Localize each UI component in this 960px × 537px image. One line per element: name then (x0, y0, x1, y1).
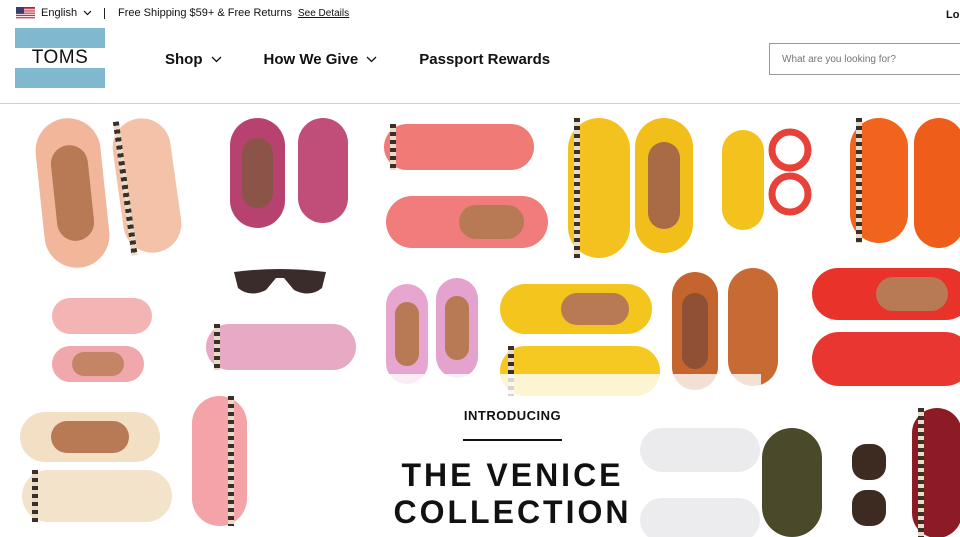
main-header: TOMS Shop How We Give Passport Rewards (0, 28, 960, 104)
nav-how-we-give-label: How We Give (263, 51, 359, 68)
shoe-image (20, 412, 160, 462)
shoe-image (52, 346, 144, 382)
shoe-image (912, 408, 960, 537)
shoe-image (386, 284, 428, 384)
page: English Free Shipping $59+ & Free Return… (0, 0, 960, 537)
chevron-down-icon (83, 10, 92, 16)
main-nav: Shop How We Give Passport Rewards (165, 51, 550, 68)
shoe-image (384, 124, 534, 170)
shoe-image (728, 268, 778, 386)
shoe-image (298, 118, 348, 223)
shoe-image (108, 118, 186, 257)
hero-title[interactable]: THE VENICE COLLECTION (264, 457, 761, 531)
shoe-image (722, 130, 764, 230)
shoe-image (192, 396, 247, 526)
nav-passport-rewards[interactable]: Passport Rewards (419, 51, 550, 68)
shoe-image (812, 332, 960, 386)
login-link[interactable]: Log (946, 9, 960, 21)
shoe-image (568, 118, 630, 258)
hero-eyebrow: INTRODUCING (463, 408, 562, 423)
toms-logo[interactable]: TOMS (15, 28, 105, 88)
promo-text: Free Shipping $59+ & Free Returns (118, 7, 292, 19)
divider (104, 8, 105, 19)
nav-passport-rewards-label: Passport Rewards (419, 51, 551, 68)
chevron-down-icon (211, 56, 221, 63)
language-selector[interactable]: English (16, 7, 92, 19)
shoe-image (762, 428, 822, 537)
shoe-image (436, 278, 478, 378)
sunglasses-image (768, 128, 812, 216)
hero-divider (463, 439, 562, 441)
us-flag-icon (16, 7, 35, 19)
shoe-image (32, 118, 113, 271)
shoe-image (386, 196, 548, 248)
language-label: English (41, 7, 78, 19)
sunglasses-image (852, 444, 886, 526)
shoe-image (850, 118, 908, 243)
sunglasses-image (234, 269, 326, 294)
shoe-image (22, 470, 172, 522)
nav-shop-label: Shop (165, 51, 203, 68)
promo-banner: Free Shipping $59+ & Free Returns See De… (118, 7, 349, 19)
search-input[interactable] (769, 43, 960, 75)
shoe-image (206, 324, 356, 370)
shoe-image (914, 118, 960, 248)
shoe-image (812, 268, 960, 320)
see-details-link[interactable]: See Details (298, 8, 349, 19)
utility-bar: English Free Shipping $59+ & Free Return… (0, 0, 960, 28)
shoe-image (635, 118, 693, 253)
shoe-image (52, 298, 152, 334)
shoe-image (500, 284, 652, 334)
nav-shop[interactable]: Shop (165, 51, 222, 68)
hero-card: INTRODUCING THE VENICE COLLECTION (264, 374, 761, 537)
shoe-image (672, 272, 718, 390)
shoe-image (230, 118, 285, 228)
logo-text: TOMS (15, 47, 105, 68)
chevron-down-icon (366, 56, 377, 63)
nav-how-we-give[interactable]: How We Give (264, 51, 378, 68)
